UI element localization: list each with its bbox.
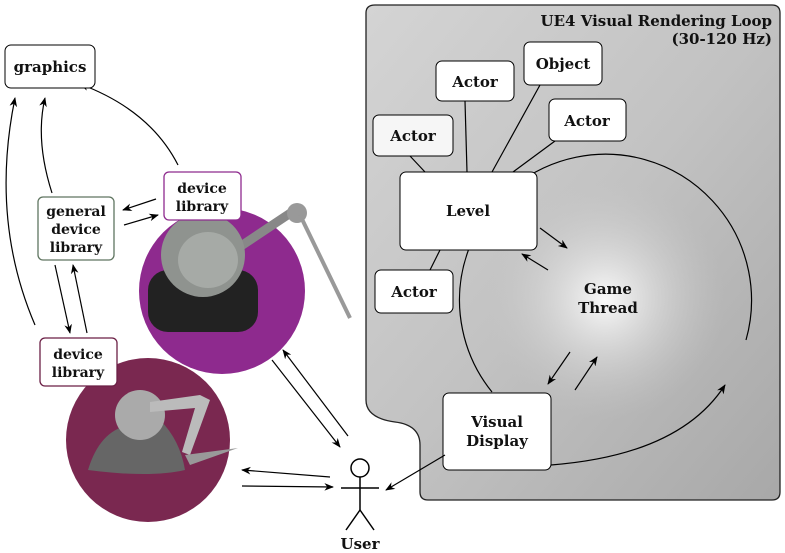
actor-box-4: Actor xyxy=(374,269,454,314)
diagram-canvas: UE4 Visual Rendering Loop (30-120 Hz) Ac… xyxy=(4,4,781,553)
svg-text:Visual: Visual xyxy=(470,413,523,431)
svg-text:Display: Display xyxy=(466,432,529,450)
svg-text:general: general xyxy=(46,204,106,220)
svg-text:Actor: Actor xyxy=(390,283,438,301)
svg-text:Level: Level xyxy=(446,202,490,220)
svg-text:device: device xyxy=(53,347,103,363)
svg-text:library: library xyxy=(50,240,103,256)
actor-box-3: Actor xyxy=(548,98,627,142)
svg-text:Actor: Actor xyxy=(389,127,437,145)
panel-subtitle: (30-120 Hz) xyxy=(671,30,772,48)
diagram: UE4 Visual Rendering Loop (30-120 Hz) Ac… xyxy=(0,0,785,553)
svg-text:graphics: graphics xyxy=(14,58,87,76)
svg-text:Actor: Actor xyxy=(563,112,611,130)
actor-box-2: Actor xyxy=(435,60,515,102)
actor-box-1: Actor xyxy=(372,114,454,157)
graphics-box: graphics xyxy=(4,44,96,89)
user-label: User xyxy=(341,535,381,553)
svg-text:Actor: Actor xyxy=(451,73,499,91)
device-library-bottom-box: device library xyxy=(39,337,118,387)
svg-text:Object: Object xyxy=(536,55,591,73)
svg-text:Game: Game xyxy=(584,280,632,298)
object-box: Object xyxy=(523,41,603,86)
svg-text:Thread: Thread xyxy=(578,299,638,317)
user-figure-icon xyxy=(341,458,379,531)
svg-text:library: library xyxy=(176,199,229,215)
svg-text:library: library xyxy=(52,365,105,381)
panel-title: UE4 Visual Rendering Loop xyxy=(541,12,772,30)
svg-text:device: device xyxy=(51,222,101,238)
game-thread-label: GameThread xyxy=(578,280,638,317)
general-device-library-box: general device library xyxy=(37,196,115,261)
svg-text:device: device xyxy=(177,181,227,197)
visual-display-box: VisualDisplay xyxy=(442,392,552,471)
level-box: Level xyxy=(399,171,538,251)
device-library-top-box: device library xyxy=(163,171,242,221)
